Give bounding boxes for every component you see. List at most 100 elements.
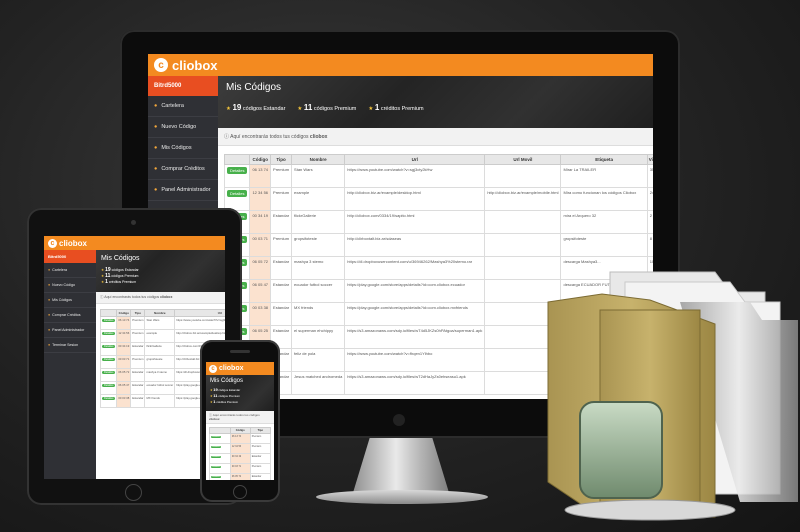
sidebar: Bitrd5000 ● Cartelera ● Nuevo Código ● Mis Có…: [44, 250, 96, 479]
column-header[interactable]: Url Movil: [484, 154, 562, 165]
sidebar-item[interactable]: ● Cartelera: [44, 263, 96, 278]
url-cell: https://play.google.com/store/apps/detai…: [344, 302, 486, 326]
page-title: Mis Códigos: [226, 82, 282, 93]
info-note-brand: cliobox: [309, 134, 328, 140]
details-button[interactable]: Detalles: [227, 190, 248, 197]
stats-row: ★ 19 códigos Estandar ★ 11 códigos Premiu…: [210, 387, 270, 405]
table-cell: Detalles: [99, 381, 118, 395]
menu-icon: ●: [154, 145, 158, 151]
table-cell: 2: [646, 210, 653, 234]
sidebar-item-label: Comprar Créditos: [161, 166, 205, 172]
url-cell: https://dl.dropboxusercontent.com/u/3694…: [344, 256, 486, 280]
details-button[interactable]: Detalles: [227, 167, 248, 174]
stat-label: códigos Estandar: [242, 106, 286, 112]
details-button[interactable]: Detalles: [102, 332, 116, 335]
table-cell: gropsifoteste: [144, 355, 176, 369]
table-row: Detalles 06 13 74 Premium Stan Wars https://…: [223, 164, 653, 188]
monitor-logo-icon: [393, 414, 405, 426]
brand-name[interactable]: cliobox: [59, 239, 87, 248]
table-cell: Premium: [130, 355, 146, 369]
sidebar-item-label: Nuevo Código: [52, 283, 75, 287]
stat-label: créditos Premium: [380, 106, 424, 112]
table-cell: MX friends: [291, 302, 346, 326]
details-button[interactable]: Detalles: [102, 358, 116, 361]
info-note: ⓘ Aquí encontrarás todos tus códigos cli…: [206, 411, 274, 424]
table-cell: 24: [646, 187, 653, 211]
column-header[interactable]: Código: [116, 309, 132, 317]
sidebar-item-label: Cartelera: [52, 268, 67, 272]
sidebar-user[interactable]: Bitrd5000: [44, 250, 96, 263]
column-header[interactable]: [99, 309, 118, 317]
sidebar-item[interactable]: ● Panel Administrador: [44, 323, 96, 338]
menu-icon: ●: [154, 103, 158, 109]
column-header[interactable]: Visitas: [646, 154, 653, 165]
column-header[interactable]: Código: [249, 154, 272, 165]
details-button[interactable]: Detalles: [211, 446, 221, 448]
sidebar-item[interactable]: ● Nuevo Código: [148, 117, 218, 138]
table-cell: Detalles: [209, 443, 231, 454]
sidebar-item[interactable]: ● Mis Códigos: [148, 138, 218, 159]
info-note-brand: cliobox: [160, 295, 173, 299]
sidebar-item[interactable]: ● Cartelera: [148, 96, 218, 117]
brand-name[interactable]: cliobox: [172, 58, 218, 73]
phone-device: c cliobox Mis Códigos ★ 19 códigos Estan…: [200, 340, 280, 502]
stat-item: ★ 1 créditos Premium: [101, 279, 220, 285]
codes-table-wrap: Código Tipo Detalles 06 13 74 Premium Detall…: [209, 427, 272, 480]
details-button[interactable]: Detalles: [102, 384, 116, 387]
table-cell: Stan Wars: [144, 316, 176, 330]
sidebar-item[interactable]: ● Comprar Créditos: [148, 159, 218, 180]
tablet-home-button[interactable]: [125, 484, 142, 501]
sidebar-item[interactable]: ● Mis Códigos: [44, 293, 96, 308]
sidebar-item-label: Nuevo Código: [161, 124, 197, 130]
menu-icon: ●: [48, 328, 51, 332]
column-header[interactable]: Nombre: [291, 154, 346, 165]
table-row: Detalles 00 34 19 Estandar: [209, 453, 272, 464]
top-bar: c cliobox: [148, 54, 653, 76]
page-title: Mis Códigos: [210, 378, 244, 384]
details-button[interactable]: Detalles: [102, 345, 116, 348]
sidebar-item-label: Panel Administrador: [161, 187, 211, 193]
table-cell: MX friends: [144, 394, 176, 408]
table-cell: mashya 3 stemo: [144, 368, 176, 382]
stat-label: códigos Premium: [111, 274, 139, 278]
details-button[interactable]: Detalles: [211, 456, 221, 458]
menu-icon: ●: [48, 283, 51, 287]
stat-count: 19: [213, 387, 218, 392]
cliobox-logo-icon[interactable]: c: [154, 58, 168, 72]
column-header[interactable]: Tipo: [130, 309, 146, 317]
sidebar-user[interactable]: Bitrd5000: [148, 76, 218, 96]
table-cell: example: [144, 329, 176, 343]
info-icon: ⓘ: [224, 134, 230, 140]
column-header[interactable]: Etiqueta: [560, 154, 648, 165]
sidebar-item[interactable]: ● Panel Administrador: [148, 180, 218, 201]
table-cell: Estandar: [270, 302, 293, 326]
details-button[interactable]: Detalles: [102, 319, 116, 322]
table-cell: Detalles: [99, 394, 118, 408]
sidebar-item[interactable]: ● Comprar Créditos: [44, 308, 96, 323]
sidebar-menu: ● Cartelera ● Nuevo Código ● Mis Códigos ● Comp…: [148, 96, 218, 222]
stat-count: 1: [105, 279, 108, 285]
table-cell: Premium: [249, 433, 272, 444]
details-button[interactable]: Detalles: [102, 371, 116, 374]
column-header[interactable]: [223, 154, 251, 165]
brand-name[interactable]: cliobox: [219, 365, 244, 372]
column-header[interactable]: Url: [344, 154, 486, 165]
cliobox-logo-icon[interactable]: c: [48, 238, 57, 248]
phone-home-button[interactable]: [233, 485, 247, 499]
url-cell: [484, 210, 562, 234]
column-header[interactable]: Url: [174, 309, 225, 317]
details-button[interactable]: Detalles: [211, 436, 221, 438]
column-header[interactable]: Tipo: [270, 154, 293, 165]
cliobox-logo-icon[interactable]: c: [209, 364, 217, 373]
url-cell: http://cliobox.biz.ar/example/desktop.ht…: [344, 187, 486, 211]
sidebar-item[interactable]: ● Nuevo Código: [44, 278, 96, 293]
stat-label: códigos Estandar: [111, 268, 139, 272]
details-button[interactable]: Detalles: [211, 476, 221, 478]
sidebar-item[interactable]: ●Terminar Sesion: [44, 338, 96, 353]
details-button[interactable]: Detalles: [102, 397, 116, 400]
menu-icon: ●: [48, 343, 51, 347]
details-button[interactable]: Detalles: [211, 466, 221, 468]
url-cell: [484, 164, 562, 188]
column-header[interactable]: Nombre: [144, 309, 176, 317]
info-note: ⓘ Aquí encontrarás todos tus códigos cli…: [218, 128, 653, 146]
